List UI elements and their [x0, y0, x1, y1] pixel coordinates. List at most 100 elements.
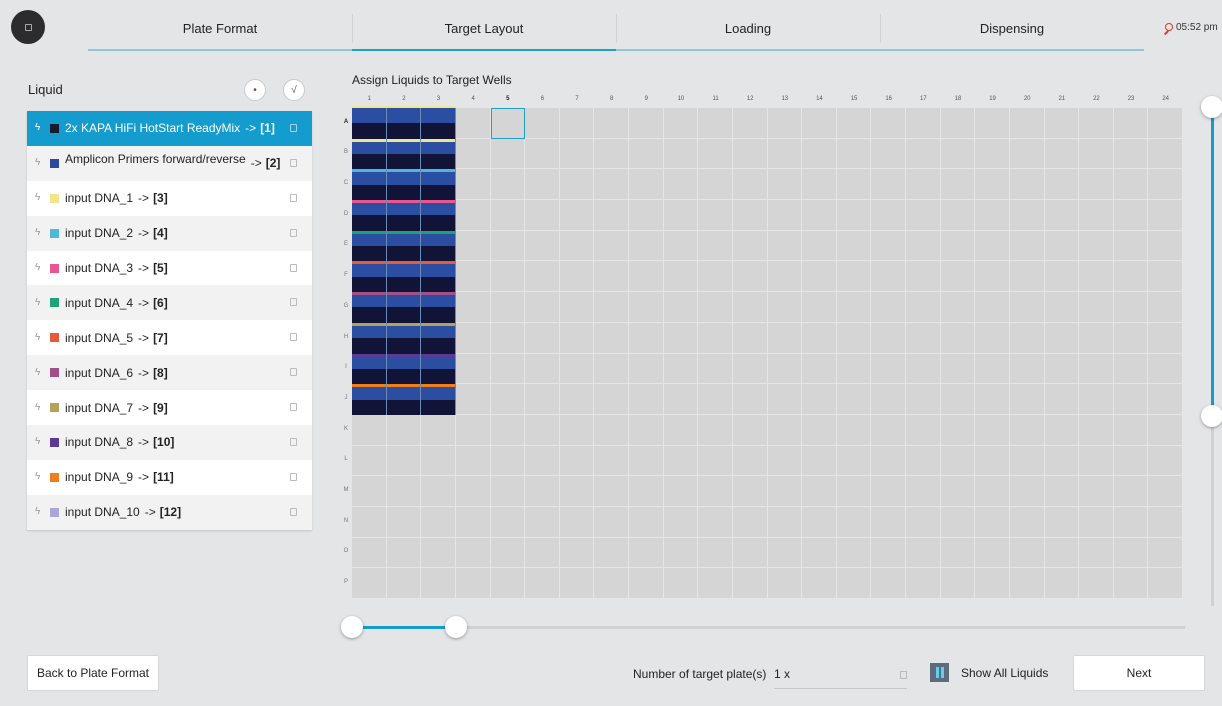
well[interactable] — [1009, 445, 1045, 477]
well[interactable] — [559, 200, 595, 231]
well[interactable] — [490, 322, 526, 354]
well[interactable] — [940, 292, 976, 323]
well[interactable] — [802, 108, 837, 139]
well[interactable] — [732, 414, 768, 446]
well[interactable] — [525, 506, 560, 538]
well[interactable] — [629, 568, 664, 599]
liquid-checkbox[interactable] — [290, 507, 297, 516]
filled-well[interactable] — [352, 353, 387, 385]
well[interactable] — [1044, 537, 1080, 569]
well[interactable] — [455, 261, 491, 293]
well[interactable] — [455, 353, 491, 385]
well[interactable] — [1044, 230, 1080, 262]
horizontal-scroll-track[interactable] — [352, 626, 1185, 629]
well[interactable] — [698, 506, 733, 538]
well[interactable] — [629, 200, 664, 231]
row-header[interactable]: E — [340, 241, 352, 247]
well[interactable] — [732, 476, 768, 507]
well[interactable] — [975, 138, 1010, 170]
well[interactable] — [1044, 445, 1080, 477]
well[interactable] — [940, 445, 976, 477]
well[interactable] — [871, 322, 906, 354]
well[interactable] — [559, 108, 595, 139]
column-header[interactable]: 18 — [941, 96, 976, 102]
liquid-checkbox[interactable] — [290, 124, 297, 132]
row-header[interactable]: G — [340, 303, 352, 309]
column-header[interactable]: 12 — [733, 96, 768, 102]
well[interactable] — [732, 200, 768, 231]
well[interactable] — [629, 292, 664, 323]
well[interactable] — [629, 506, 664, 538]
well[interactable] — [1079, 230, 1114, 262]
row-header[interactable]: C — [340, 180, 352, 186]
well[interactable] — [940, 414, 976, 446]
well[interactable] — [906, 353, 941, 385]
well[interactable] — [767, 322, 803, 354]
well[interactable] — [767, 138, 803, 170]
tab-dispensing[interactable]: Dispensing — [880, 8, 1144, 51]
filled-well[interactable] — [352, 108, 387, 139]
well[interactable] — [559, 506, 595, 538]
well[interactable] — [698, 353, 733, 385]
well[interactable] — [629, 414, 664, 446]
well[interactable] — [594, 568, 629, 599]
well[interactable] — [906, 414, 941, 446]
well[interactable] — [1009, 292, 1045, 323]
row-header[interactable]: P — [340, 579, 352, 585]
well[interactable] — [1113, 476, 1149, 507]
well[interactable] — [940, 384, 976, 415]
filled-well[interactable] — [421, 200, 456, 231]
well[interactable] — [455, 384, 491, 415]
well[interactable] — [629, 445, 664, 477]
well[interactable] — [1079, 445, 1114, 477]
well[interactable] — [1148, 261, 1183, 293]
well[interactable] — [975, 445, 1010, 477]
column-header[interactable]: 23 — [1114, 96, 1149, 102]
well[interactable] — [802, 445, 837, 477]
column-header[interactable]: 19 — [975, 96, 1010, 102]
filled-well[interactable] — [352, 169, 387, 201]
liquid-checkbox[interactable] — [290, 438, 297, 447]
well[interactable] — [767, 200, 803, 231]
column-header[interactable]: 6 — [525, 96, 560, 102]
well[interactable] — [559, 230, 595, 262]
column-header[interactable]: 24 — [1148, 96, 1183, 102]
well[interactable] — [871, 445, 906, 477]
well[interactable] — [455, 230, 491, 262]
well[interactable] — [906, 230, 941, 262]
row-header[interactable]: L — [340, 456, 352, 462]
well[interactable] — [525, 568, 560, 599]
well[interactable] — [1009, 230, 1045, 262]
well[interactable] — [871, 353, 906, 385]
well[interactable] — [1009, 108, 1045, 139]
row-header[interactable]: J — [340, 395, 352, 401]
well[interactable] — [352, 414, 387, 446]
well[interactable] — [629, 322, 664, 354]
liquid-checkbox[interactable] — [290, 263, 297, 272]
well[interactable] — [732, 537, 768, 569]
well[interactable] — [767, 108, 803, 139]
filled-well[interactable] — [386, 322, 422, 354]
well[interactable] — [836, 108, 872, 139]
well[interactable] — [559, 138, 595, 170]
column-header[interactable]: 2 — [387, 96, 422, 102]
well[interactable] — [455, 445, 491, 477]
well[interactable] — [698, 261, 733, 293]
well[interactable] — [663, 261, 699, 293]
well[interactable] — [559, 292, 595, 323]
well[interactable] — [975, 292, 1010, 323]
column-header[interactable]: 7 — [560, 96, 595, 102]
well[interactable] — [975, 230, 1010, 262]
well[interactable] — [698, 200, 733, 231]
liquid-checkbox[interactable] — [290, 403, 297, 412]
liquid-item[interactable]: ϟ input DNA_10 -> [12] — [27, 494, 312, 530]
well[interactable] — [455, 138, 491, 170]
well[interactable] — [1044, 200, 1080, 231]
well[interactable] — [490, 292, 526, 323]
well[interactable] — [629, 108, 664, 139]
liquid-item[interactable]: ϟ input DNA_9 -> [11] — [27, 459, 312, 495]
well[interactable] — [1113, 384, 1149, 415]
tab-target-layout[interactable]: Target Layout — [352, 8, 616, 51]
well[interactable] — [559, 537, 595, 569]
filled-well[interactable] — [421, 230, 456, 262]
